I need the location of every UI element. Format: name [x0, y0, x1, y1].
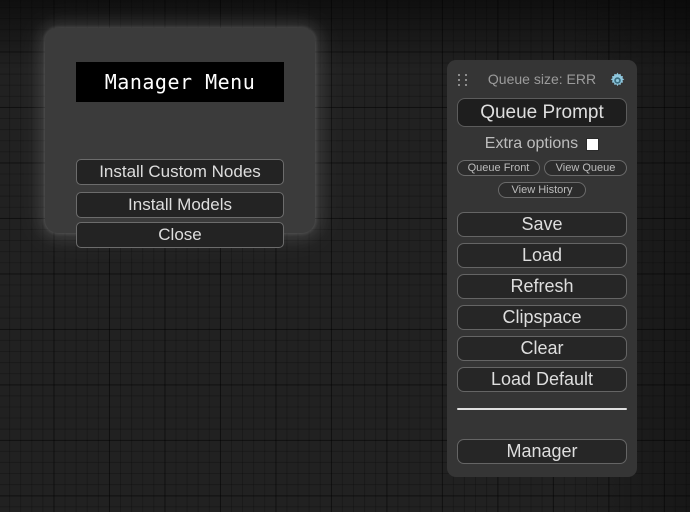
- queue-front-button[interactable]: Queue Front: [457, 160, 540, 176]
- save-button[interactable]: Save: [457, 212, 627, 237]
- view-history-button[interactable]: View History: [498, 182, 586, 198]
- load-button[interactable]: Load: [457, 243, 627, 268]
- queue-front-label: Queue Front: [467, 162, 530, 174]
- save-label: Save: [521, 214, 563, 234]
- clipspace-label: Clipspace: [502, 307, 582, 327]
- extra-options-label: Extra options: [484, 135, 579, 152]
- extra-options-checkbox[interactable]: [586, 137, 600, 151]
- view-history-label: View History: [511, 184, 573, 196]
- extra-options-row: Extra options: [447, 134, 637, 154]
- dialog-title: Manager Menu: [104, 70, 256, 94]
- install-models-label: Install Models: [128, 195, 232, 214]
- view-queue-label: View Queue: [555, 162, 616, 174]
- clear-button[interactable]: Clear: [457, 336, 627, 361]
- manager-button[interactable]: Manager: [457, 439, 627, 464]
- load-label: Load: [521, 245, 563, 265]
- close-button[interactable]: Close: [76, 222, 284, 248]
- install-custom-nodes-button[interactable]: Install Custom Nodes: [76, 159, 284, 185]
- refresh-button[interactable]: Refresh: [457, 274, 627, 299]
- view-queue-button[interactable]: View Queue: [544, 160, 627, 176]
- clipspace-button[interactable]: Clipspace: [457, 305, 627, 330]
- clear-label: Clear: [520, 338, 564, 358]
- install-models-button[interactable]: Install Models: [76, 192, 284, 218]
- queue-prompt-button[interactable]: Queue Prompt: [457, 98, 627, 127]
- load-default-button[interactable]: Load Default: [457, 367, 627, 392]
- install-custom-nodes-label: Install Custom Nodes: [99, 162, 261, 181]
- dialog-title-bar: Manager Menu: [76, 62, 284, 102]
- load-default-label: Load Default: [490, 369, 594, 389]
- gear-icon[interactable]: [609, 72, 626, 89]
- comfy-menu-panel: Queue size: ERR Queue Prompt Extra optio…: [447, 60, 637, 477]
- manager-menu-dialog: Manager Menu Install Custom Nodes Instal…: [45, 28, 315, 248]
- manager-label: Manager: [506, 441, 578, 461]
- refresh-label: Refresh: [510, 276, 574, 296]
- panel-separator: [457, 408, 627, 410]
- queue-prompt-label: Queue Prompt: [480, 101, 604, 123]
- panel-header: Queue size: ERR: [447, 68, 637, 94]
- close-label: Close: [158, 225, 202, 244]
